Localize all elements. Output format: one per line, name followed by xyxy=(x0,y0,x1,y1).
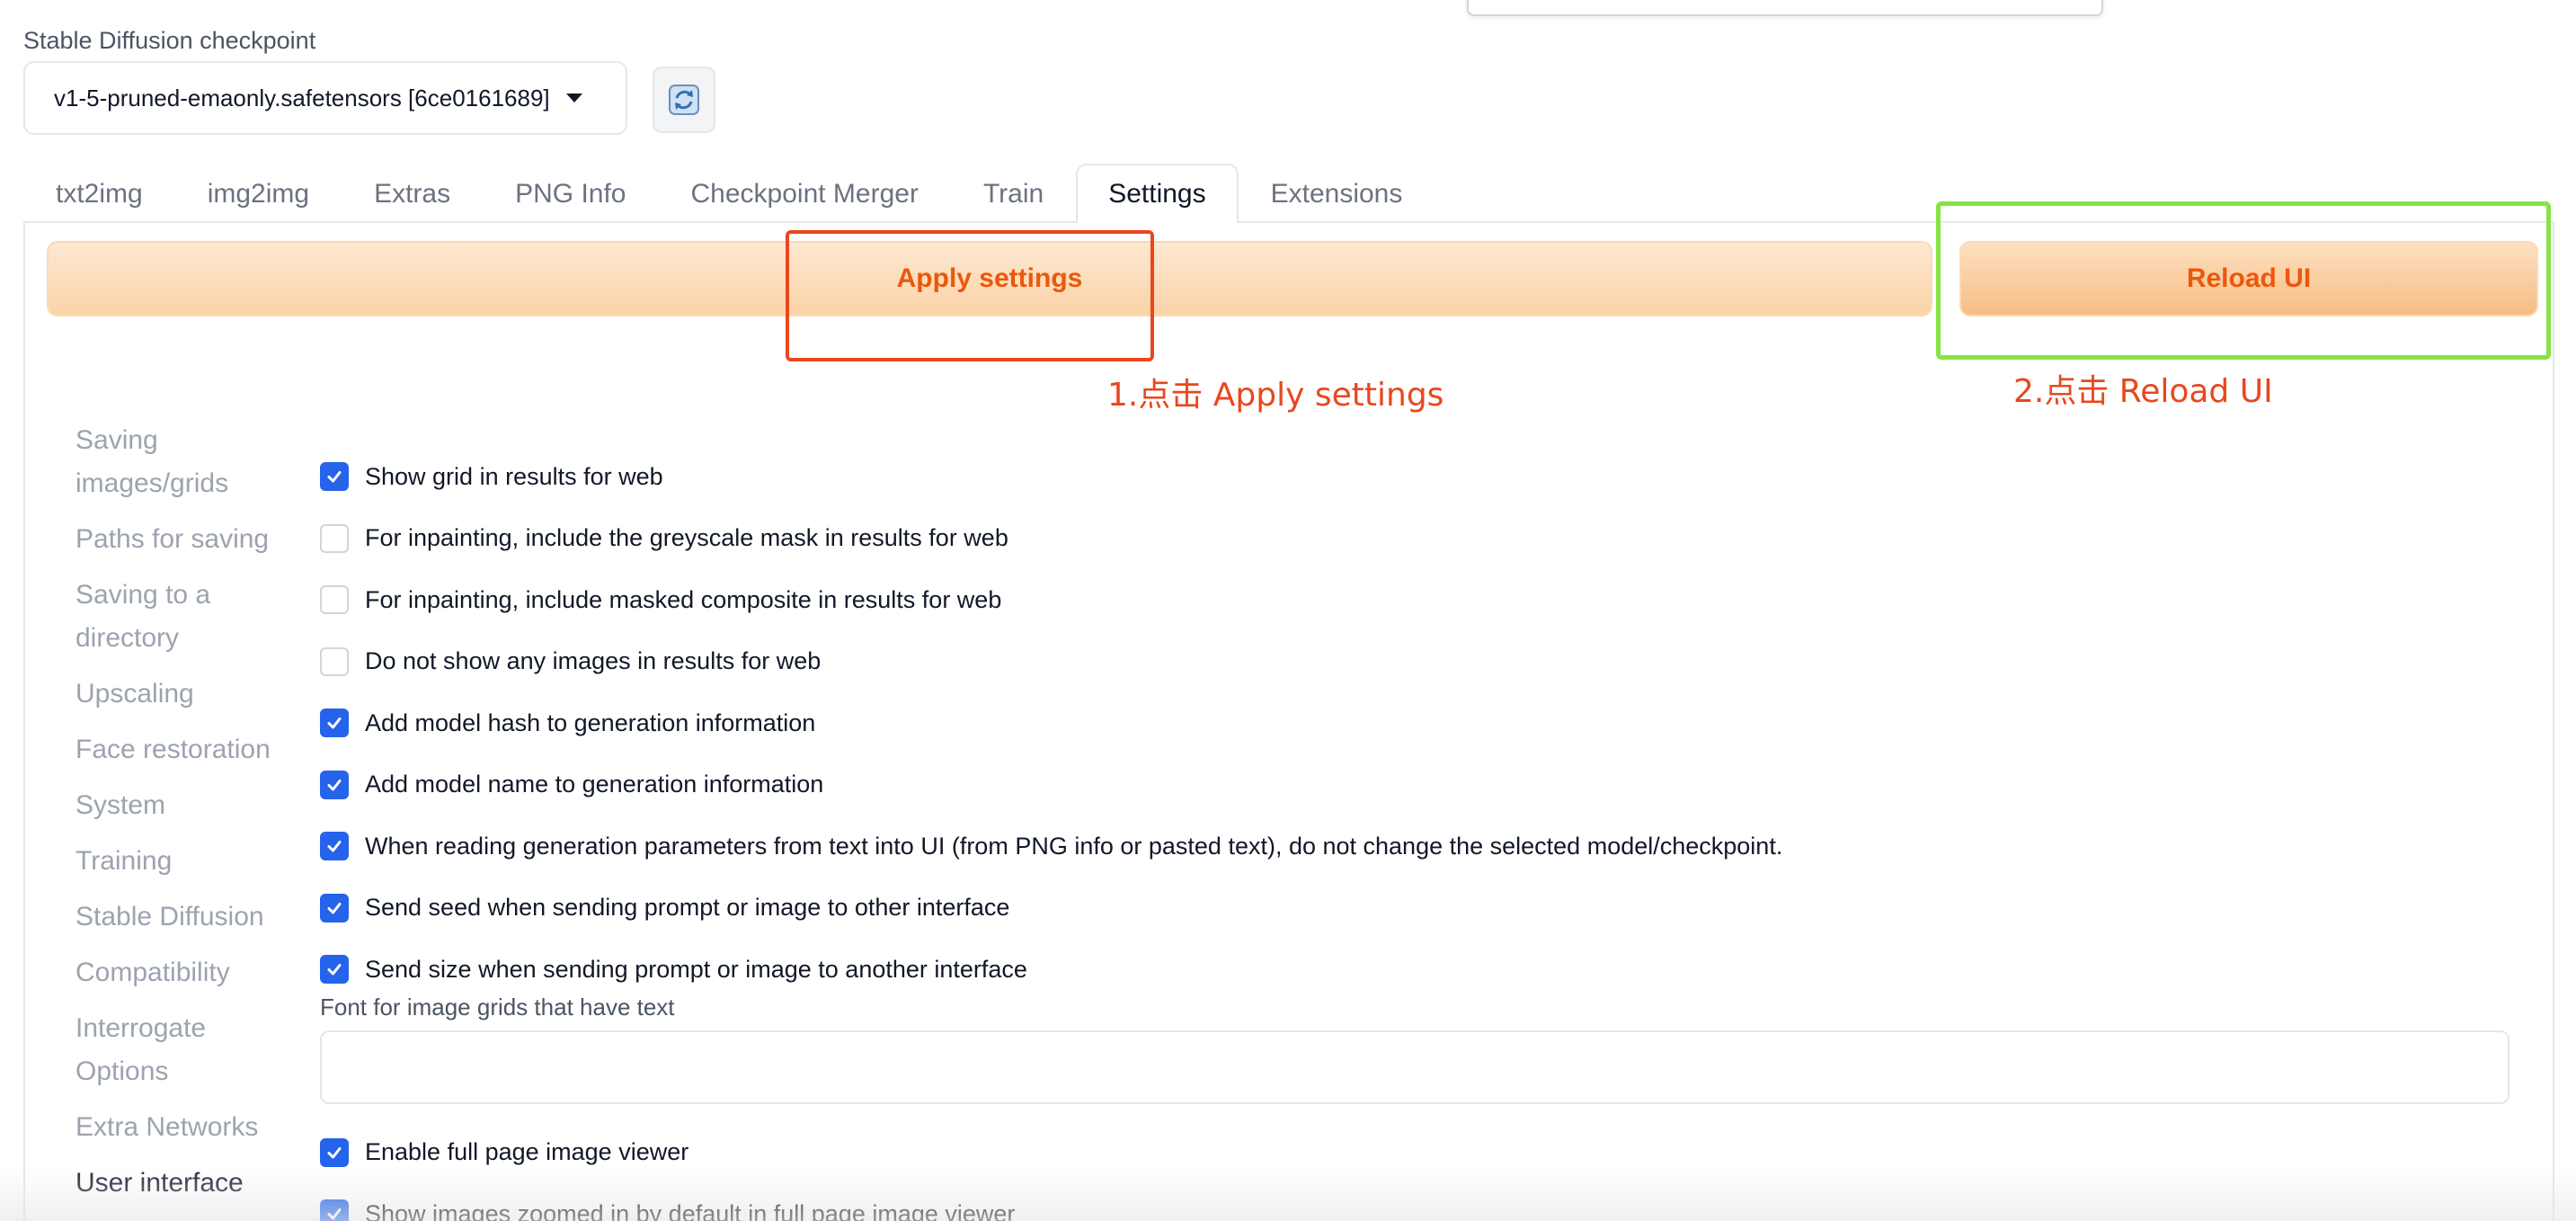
setting-label: Add model hash to generation information xyxy=(365,709,816,736)
settings-list: Show grid in results for web For inpainti… xyxy=(320,446,2513,1221)
sidebar-item-extra-networks[interactable]: Extra Networks xyxy=(76,1106,291,1149)
setting-row[interactable]: For inpainting, include masked composite… xyxy=(320,569,2513,631)
refresh-checkpoint-button[interactable] xyxy=(653,67,715,133)
checkmark-icon xyxy=(327,471,342,483)
setting-checkbox[interactable] xyxy=(320,955,349,985)
checkmark-icon xyxy=(327,902,342,914)
sidebar-item-system[interactable]: System xyxy=(76,784,291,827)
tab-png-info[interactable]: PNG Info xyxy=(483,164,658,223)
checkpoint-value: v1-5-pruned-emaonly.safetensors [6ce0161… xyxy=(54,84,550,111)
setting-label: When reading generation parameters from … xyxy=(365,832,1783,860)
annotation-step1: 1.点击 Apply settings xyxy=(1107,377,1444,414)
sidebar-item-compatibility[interactable]: Compatibility xyxy=(76,951,291,994)
refresh-icon xyxy=(669,85,699,115)
tab-settings[interactable]: Settings xyxy=(1076,164,1239,223)
sidebar-item-interrogate-options[interactable]: Interrogate Options xyxy=(76,1007,291,1093)
setting-checkbox[interactable] xyxy=(320,709,349,738)
sidebar-item-saving-images-grids[interactable]: Saving images/grids xyxy=(76,419,291,505)
annotation-step2: 2.点击 Reload UI xyxy=(2013,373,2273,410)
settings-group: Show grid in results for web For inpainti… xyxy=(320,446,2513,1001)
setting-checkbox[interactable] xyxy=(320,893,349,922)
setting-label: For inpainting, include masked composite… xyxy=(365,585,1002,613)
setting-label: Do not show any images in results for we… xyxy=(365,647,822,675)
settings-sidebar: Saving images/grids Paths for saving Savin… xyxy=(76,419,291,1217)
setting-checkbox[interactable] xyxy=(320,770,349,799)
settings-page: Stable Diffusion checkpoint v1-5-pruned-… xyxy=(0,0,2576,1221)
sidebar-item-upscaling[interactable]: Upscaling xyxy=(76,673,291,716)
chevron-down-icon xyxy=(565,94,582,102)
setting-label: Send size when sending prompt or image t… xyxy=(365,955,1027,983)
dropdown-popup-edge xyxy=(1467,0,2103,16)
font-field-input[interactable] xyxy=(320,1029,2509,1104)
setting-checkbox[interactable] xyxy=(320,646,349,676)
setting-label: Show grid in results for web xyxy=(365,462,663,490)
checkmark-icon xyxy=(327,717,342,729)
setting-row[interactable]: Send size when sending prompt or image t… xyxy=(320,939,2513,1001)
tab-bar: txt2img img2img Extras PNG Info Checkpoint M… xyxy=(23,164,1435,223)
tab-extras[interactable]: Extras xyxy=(342,164,483,223)
setting-row[interactable]: For inpainting, include the greyscale ma… xyxy=(320,508,2513,570)
sidebar-item-paths-for-saving[interactable]: Paths for saving xyxy=(76,518,291,561)
setting-label: Enable full page image viewer xyxy=(365,1138,689,1166)
checkmark-icon xyxy=(327,841,342,852)
tab-train[interactable]: Train xyxy=(951,164,1076,223)
setting-row[interactable]: Show grid in results for web xyxy=(320,446,2513,508)
sidebar-item-stable-diffusion[interactable]: Stable Diffusion xyxy=(76,896,291,939)
sidebar-item-saving-to-a-directory[interactable]: Saving to a directory xyxy=(76,574,291,660)
tab-img2img[interactable]: img2img xyxy=(175,164,342,223)
setting-checkbox[interactable] xyxy=(320,523,349,553)
setting-row[interactable]: Add model name to generation information xyxy=(320,754,2513,816)
tab-txt2img[interactable]: txt2img xyxy=(23,164,175,223)
font-field-label: Font for image grids that have text xyxy=(320,993,675,1020)
setting-label: Add model name to generation information xyxy=(365,771,824,798)
checkmark-icon xyxy=(327,964,342,976)
annotation-highlight-apply xyxy=(786,230,1154,361)
bottom-shadow xyxy=(0,1167,2576,1221)
setting-row[interactable]: Add model hash to generation information xyxy=(320,692,2513,754)
sidebar-item-face-restoration[interactable]: Face restoration xyxy=(76,728,291,771)
setting-checkbox[interactable] xyxy=(320,462,349,492)
setting-row[interactable]: Send seed when sending prompt or image t… xyxy=(320,878,2513,940)
setting-row[interactable]: When reading generation parameters from … xyxy=(320,815,2513,878)
sidebar-item-training[interactable]: Training xyxy=(76,840,291,883)
checkmark-icon xyxy=(327,779,342,791)
tab-checkpoint-merger[interactable]: Checkpoint Merger xyxy=(659,164,951,223)
checkpoint-select[interactable]: v1-5-pruned-emaonly.safetensors [6ce0161… xyxy=(23,61,627,135)
setting-checkbox[interactable] xyxy=(320,832,349,861)
checkpoint-label: Stable Diffusion checkpoint xyxy=(23,27,316,54)
setting-checkbox[interactable] xyxy=(320,1137,349,1167)
setting-label: For inpainting, include the greyscale ma… xyxy=(365,524,1008,552)
setting-row[interactable]: Do not show any images in results for we… xyxy=(320,631,2513,693)
setting-label: Send seed when sending prompt or image t… xyxy=(365,894,1010,922)
tab-extensions[interactable]: Extensions xyxy=(1239,164,1435,223)
annotation-highlight-reload xyxy=(1936,201,2551,360)
setting-checkbox[interactable] xyxy=(320,585,349,615)
checkmark-icon xyxy=(327,1146,342,1159)
